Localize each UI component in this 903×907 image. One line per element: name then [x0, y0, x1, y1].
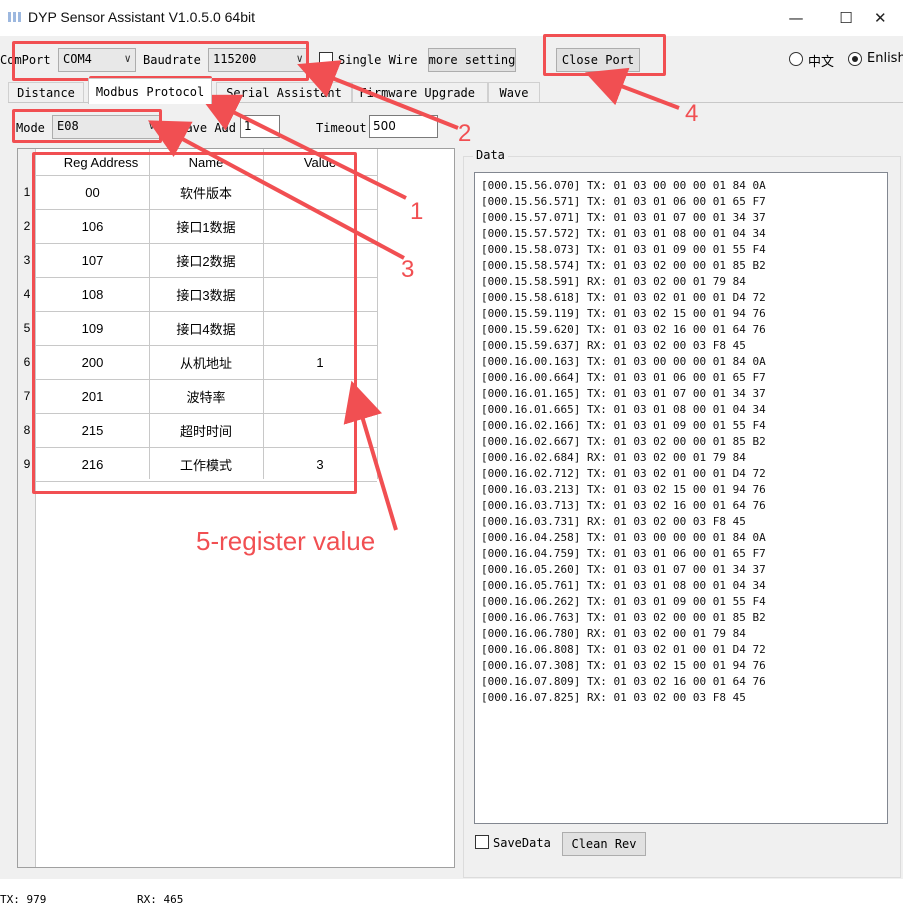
annotation-label-4: 4	[685, 100, 699, 127]
status-bar: TX: 979 RX: 465	[0, 879, 903, 907]
log-line: [000.15.57.572] TX: 01 03 01 08 00 01 04…	[481, 227, 766, 240]
save-data-checkbox[interactable]	[475, 835, 489, 849]
log-line: [000.16.07.825] RX: 01 03 02 00 03 F8 45	[481, 691, 746, 704]
log-line: [000.16.03.213] TX: 01 03 02 15 00 01 94…	[481, 483, 766, 496]
title-bar: DYP Sensor Assistant V1.0.5.0 64bit — ☐ …	[0, 0, 903, 36]
log-line: [000.16.00.163] TX: 01 03 00 00 00 01 84…	[481, 355, 766, 368]
save-data-label: SaveData	[493, 836, 551, 850]
log-line: [000.16.03.731] RX: 01 03 02 00 03 F8 45	[481, 515, 746, 528]
log-line: [000.16.02.166] TX: 01 03 01 09 00 01 55…	[481, 419, 766, 432]
log-line: [000.16.06.262] TX: 01 03 01 09 00 01 55…	[481, 595, 766, 608]
log-line: [000.15.59.620] TX: 01 03 02 16 00 01 64…	[481, 323, 766, 336]
app-icon	[8, 12, 22, 22]
rx-count: RX: 465	[137, 893, 184, 906]
data-log-textarea[interactable]: [000.15.56.070] TX: 01 03 00 00 00 01 84…	[474, 172, 888, 824]
single-wire-checkbox[interactable]	[319, 52, 333, 66]
log-line: [000.15.58.618] TX: 01 03 02 01 00 01 D4…	[481, 291, 766, 304]
timeout-label: Timeout	[316, 121, 367, 135]
lang-zh-radio[interactable]	[789, 52, 803, 66]
tab-distance[interactable]: Distance	[8, 82, 84, 102]
annotation-label-3: 3	[401, 256, 415, 283]
log-line: [000.16.04.759] TX: 01 03 01 06 00 01 65…	[481, 547, 766, 560]
tab-firmware-upgrade[interactable]: Firmware Upgrade	[352, 82, 488, 102]
lang-zh-label: 中文	[808, 55, 835, 70]
tx-count: TX: 979	[0, 893, 47, 906]
log-line: [000.16.05.260] TX: 01 03 01 07 00 01 34…	[481, 563, 766, 576]
clean-rev-button[interactable]: Clean Rev	[562, 832, 646, 856]
minimize-button[interactable]: —	[776, 4, 816, 32]
log-line: [000.16.03.713] TX: 01 03 02 16 00 01 64…	[481, 499, 766, 512]
log-line: [000.15.58.591] RX: 01 03 02 00 01 79 84	[481, 275, 746, 288]
close-window-button[interactable]: ✕	[874, 4, 903, 32]
slave-address-label: Slave Add	[171, 121, 237, 135]
log-line: [000.16.00.664] TX: 01 03 01 06 00 01 65…	[481, 371, 766, 384]
more-setting-button[interactable]: more setting	[428, 48, 516, 72]
window-title: DYP Sensor Assistant V1.0.5.0 64bit	[28, 9, 255, 25]
slave-address-input[interactable]: 1	[240, 115, 280, 138]
log-line: [000.16.02.684] RX: 01 03 02 00 01 79 84	[481, 451, 746, 464]
annotation-box-port	[12, 41, 309, 81]
log-line: [000.15.56.070] TX: 01 03 00 00 00 01 84…	[481, 179, 766, 192]
log-line: [000.15.59.637] RX: 01 03 02 00 03 F8 45	[481, 339, 746, 352]
log-line: [000.16.01.665] TX: 01 03 01 08 00 01 04…	[481, 403, 766, 416]
maximize-button[interactable]: ☐	[826, 4, 866, 32]
log-line: [000.15.58.574] TX: 01 03 02 00 00 01 85…	[481, 259, 766, 272]
annotation-label-5: 5-register value	[196, 526, 376, 556]
timeout-input[interactable]: 500	[369, 115, 438, 138]
single-wire-label: Single Wire	[338, 53, 418, 67]
annotation-label-2: 2	[458, 120, 472, 147]
log-line: [000.16.06.763] TX: 01 03 02 00 00 01 85…	[481, 611, 766, 624]
annotation-box-registers	[32, 152, 357, 494]
lang-en-label: Enlish	[867, 51, 903, 66]
log-line: [000.16.01.165] TX: 01 03 01 07 00 01 34…	[481, 387, 766, 400]
log-line: [000.16.07.809] TX: 01 03 02 16 00 01 64…	[481, 675, 766, 688]
annotation-box-close-port	[543, 34, 666, 76]
tab-wave[interactable]: Wave	[488, 82, 540, 102]
log-line: [000.16.02.667] TX: 01 03 02 00 00 01 85…	[481, 435, 766, 448]
log-line: [000.16.04.258] TX: 01 03 00 00 00 01 84…	[481, 531, 766, 544]
log-line: [000.16.07.308] TX: 01 03 02 15 00 01 94…	[481, 659, 766, 672]
log-line: [000.15.59.119] TX: 01 03 02 15 00 01 94…	[481, 307, 766, 320]
annotation-label-1: 1	[410, 198, 424, 225]
log-line: [000.15.58.073] TX: 01 03 01 09 00 01 55…	[481, 243, 766, 256]
tab-serial-assistant[interactable]: Serial Assistant	[216, 82, 352, 102]
log-line: [000.16.05.761] TX: 01 03 01 08 00 01 04…	[481, 579, 766, 592]
lang-en-radio[interactable]	[848, 52, 862, 66]
log-line: [000.15.56.571] TX: 01 03 01 06 00 01 65…	[481, 195, 766, 208]
log-line: [000.16.06.780] RX: 01 03 02 00 01 79 84	[481, 627, 746, 640]
log-line: [000.16.06.808] TX: 01 03 02 01 00 01 D4…	[481, 643, 766, 656]
tab-modbus-protocol[interactable]: Modbus Protocol	[88, 78, 212, 104]
log-line: [000.16.02.712] TX: 01 03 02 01 00 01 D4…	[481, 467, 766, 480]
annotation-box-mode	[12, 109, 162, 143]
data-legend: Data	[473, 148, 508, 162]
log-line: [000.15.57.071] TX: 01 03 01 07 00 01 34…	[481, 211, 766, 224]
